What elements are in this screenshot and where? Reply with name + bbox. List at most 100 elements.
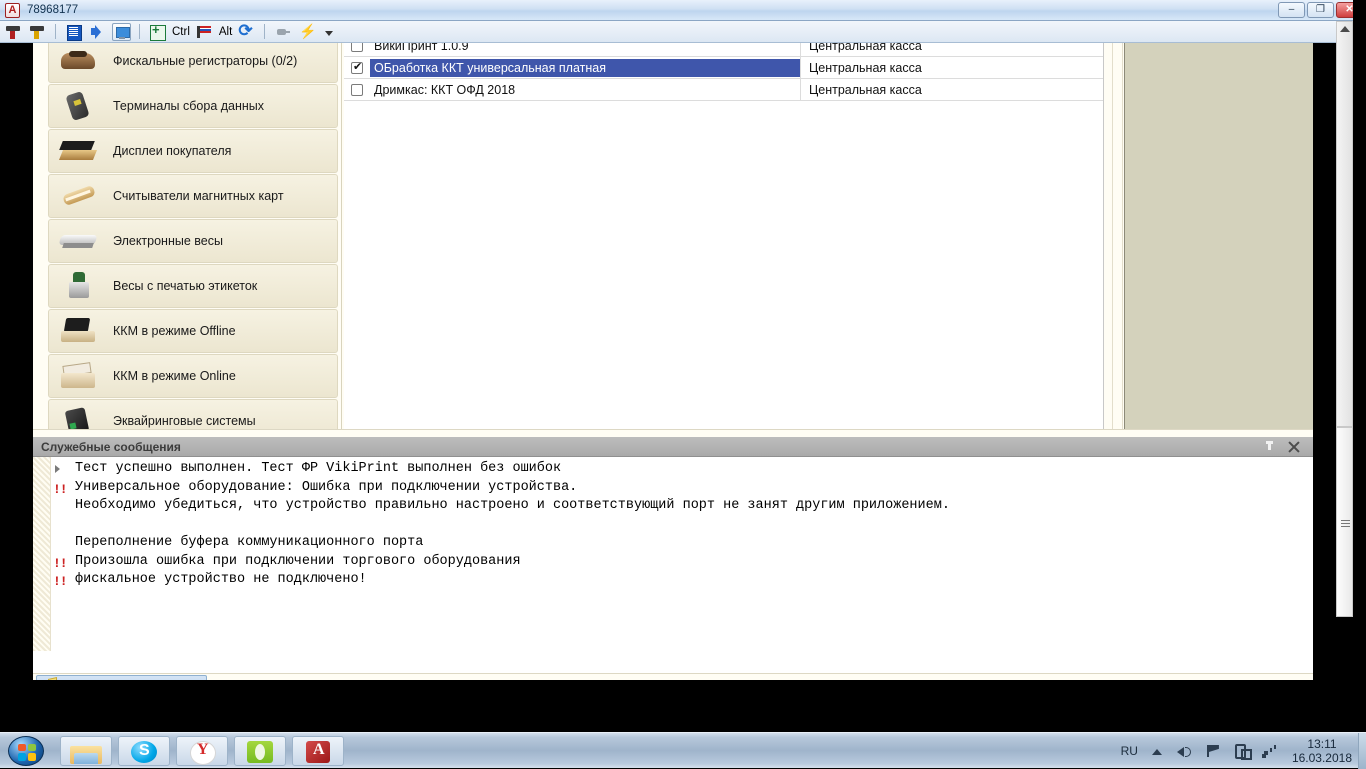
device-name-cell: Дримкас: ККТ ОФД 2018 bbox=[374, 82, 516, 97]
messages-list: Тест успешно выполнен. Тест ФР VikiPrint… bbox=[51, 460, 1313, 651]
row-checkbox-cell[interactable] bbox=[344, 60, 370, 74]
device-category-label: ККМ в режиме Online bbox=[113, 369, 236, 383]
electronic-scales-icon bbox=[57, 225, 103, 257]
display-quality-icon[interactable] bbox=[64, 23, 83, 41]
refresh-icon[interactable] bbox=[237, 21, 256, 41]
remote-desktop-canvas[interactable]: Фискальные регистраторы (0/2) Терминалы … bbox=[0, 43, 1313, 680]
window-title: 78968177 bbox=[27, 4, 79, 16]
checkbox-icon[interactable] bbox=[351, 83, 363, 96]
device-category-panel[interactable]: Фискальные регистраторы (0/2) Терминалы … bbox=[45, 43, 342, 431]
device-category-fiscal-printers[interactable]: Фискальные регистраторы (0/2) bbox=[48, 43, 338, 83]
message-text: Произошла ошибка при подключении торгово… bbox=[75, 553, 521, 569]
device-category-label: Электронные весы bbox=[113, 234, 223, 248]
row-checkbox-cell[interactable] bbox=[344, 83, 370, 96]
viewer-vertical-scrollbar-bottom[interactable] bbox=[1336, 427, 1353, 617]
checkbox-checked-icon[interactable] bbox=[351, 60, 363, 74]
cash-desk-cell: Центральная касса bbox=[809, 43, 922, 53]
device-category-data-terminals[interactable]: Терминалы сбора данных bbox=[48, 84, 338, 128]
close-icon[interactable] bbox=[1283, 439, 1305, 455]
fullscreen-icon[interactable] bbox=[112, 22, 131, 41]
host-taskbar-ammyy-admin-icon[interactable] bbox=[292, 735, 344, 766]
show-desktop-button[interactable] bbox=[1358, 733, 1366, 769]
device-category-label: Терминалы сбора данных bbox=[113, 99, 265, 113]
dropdown-caret-icon[interactable] bbox=[321, 23, 340, 41]
message-line-blank bbox=[51, 516, 1313, 535]
full-control-icon[interactable] bbox=[4, 23, 23, 41]
host-tray-clock[interactable]: 13:11 16.03.2018 bbox=[1292, 737, 1352, 765]
pane-divider-1[interactable] bbox=[1104, 43, 1113, 435]
device-category-label: ККМ в режиме Offline bbox=[113, 324, 236, 338]
minimize-icon: – bbox=[1288, 4, 1295, 15]
volume-icon[interactable] bbox=[1176, 743, 1194, 759]
host-tray-language[interactable]: RU bbox=[1121, 744, 1138, 758]
pane-divider-2[interactable] bbox=[1114, 43, 1123, 435]
alt-key-button[interactable]: Alt bbox=[219, 26, 232, 38]
host-taskbar-skype-icon[interactable] bbox=[118, 735, 170, 766]
device-category-acquiring[interactable]: Эквайринговые системы bbox=[48, 399, 338, 431]
windows-logo-icon bbox=[8, 735, 44, 766]
scrollbar-grip-icon[interactable] bbox=[1341, 520, 1350, 527]
host-windows-taskbar: RU 13:11 16.03.2018 bbox=[0, 732, 1366, 769]
1c-application-window: Фискальные регистраторы (0/2) Терминалы … bbox=[33, 43, 1313, 437]
cash-desk-cell: Центральная касса bbox=[809, 82, 922, 97]
device-name-cell: ОБработка ККТ универсальная платная bbox=[370, 58, 800, 77]
table-row[interactable]: ВикиПринт 1.0.9 Центральная касса bbox=[344, 43, 1103, 57]
info-marker-icon bbox=[55, 465, 60, 473]
network-flag-icon[interactable] bbox=[1204, 743, 1222, 759]
host-taskbar-explorer-icon[interactable] bbox=[60, 735, 112, 766]
service-messages-body[interactable]: Тест успешно выполнен. Тест ФР VikiPrint… bbox=[33, 457, 1313, 651]
desktop-right-margin bbox=[1313, 43, 1336, 680]
message-line: Тест успешно выполнен. Тест ФР VikiPrint… bbox=[51, 460, 1313, 479]
message-text: Универсальное оборудование: Ошибка при п… bbox=[75, 479, 578, 495]
kkm-offline-icon bbox=[57, 315, 103, 347]
device-category-kkm-online[interactable]: ККМ в режиме Online bbox=[48, 354, 338, 398]
window-titlebar: A 78968177 – ❐ ✕ bbox=[0, 0, 1366, 21]
viewer-vertical-scrollbar-top[interactable] bbox=[1336, 21, 1353, 427]
host-tray-time: 13:11 bbox=[1307, 737, 1337, 751]
device-category-kkm-offline[interactable]: ККМ в режиме Offline bbox=[48, 309, 338, 353]
message-text: Переполнение буфера коммуникационного по… bbox=[75, 535, 424, 550]
disconnect-icon[interactable] bbox=[273, 23, 292, 41]
empty-beige-pane bbox=[1124, 43, 1313, 431]
device-category-customer-displays[interactable]: Дисплеи покупателя bbox=[48, 129, 338, 173]
checkbox-icon[interactable] bbox=[351, 43, 363, 52]
host-taskbar-teamviewer-icon[interactable] bbox=[234, 735, 286, 766]
view-only-icon[interactable] bbox=[28, 23, 47, 41]
message-line: !! фискальное устройство не подключено! bbox=[51, 571, 1313, 590]
customer-display-icon bbox=[57, 135, 103, 167]
radmin-icon: A bbox=[5, 2, 20, 18]
radmin-viewer-window: A 78968177 – ❐ ✕ Ctrl Alt bbox=[0, 0, 1366, 768]
host-taskbar-yandex-browser-icon[interactable] bbox=[176, 735, 228, 766]
connection-settings-icon bbox=[41, 678, 55, 680]
device-list-table[interactable]: ВикиПринт 1.0.9 Центральная касса ОБрабо… bbox=[344, 43, 1104, 435]
display-icon[interactable] bbox=[1232, 743, 1252, 760]
message-text: Тест успешно выполнен. Тест ФР VikiPrint… bbox=[75, 461, 562, 476]
label-printing-scales-icon bbox=[57, 270, 103, 302]
message-line: !! Произошла ошибка при подключении торг… bbox=[51, 553, 1313, 572]
restore-button[interactable]: ❐ bbox=[1307, 2, 1334, 18]
device-category-label-scales[interactable]: Весы с печатью этикеток bbox=[48, 264, 338, 308]
table-row[interactable]: ОБработка ККТ универсальная платная Цент… bbox=[344, 57, 1103, 79]
device-category-electronic-scales[interactable]: Электронные весы bbox=[48, 219, 338, 263]
power-icon[interactable] bbox=[297, 23, 316, 41]
sound-icon[interactable] bbox=[88, 23, 107, 41]
error-marker-icon: !! bbox=[53, 574, 68, 589]
minimize-button[interactable]: – bbox=[1278, 2, 1305, 18]
keyboard-layout-icon[interactable] bbox=[195, 23, 214, 41]
pin-icon[interactable] bbox=[1261, 439, 1277, 455]
taskbar-button-connection-settings[interactable]: Подключение и настро... bbox=[36, 675, 207, 680]
table-row[interactable]: Дримкас: ККТ ОФД 2018 Центральная касса bbox=[344, 79, 1103, 101]
taskbar-button-label: Подключение и настро... bbox=[60, 678, 198, 681]
host-start-button[interactable] bbox=[2, 734, 48, 768]
magnetic-card-reader-icon bbox=[57, 180, 103, 212]
1c-window-body: Фискальные регистраторы (0/2) Терминалы … bbox=[33, 43, 1313, 437]
row-checkbox-cell[interactable] bbox=[344, 43, 370, 52]
ctrl-key-button[interactable]: Ctrl bbox=[172, 26, 190, 38]
signal-icon[interactable] bbox=[1260, 743, 1278, 759]
device-category-card-readers[interactable]: Считыватели магнитных карт bbox=[48, 174, 338, 218]
messages-gutter bbox=[33, 457, 51, 651]
scroll-up-icon[interactable] bbox=[1340, 26, 1350, 32]
host-taskbar-items bbox=[60, 735, 344, 766]
show-hidden-icons-icon[interactable] bbox=[1148, 743, 1166, 759]
send-ctrl-alt-del-icon[interactable] bbox=[148, 22, 167, 41]
